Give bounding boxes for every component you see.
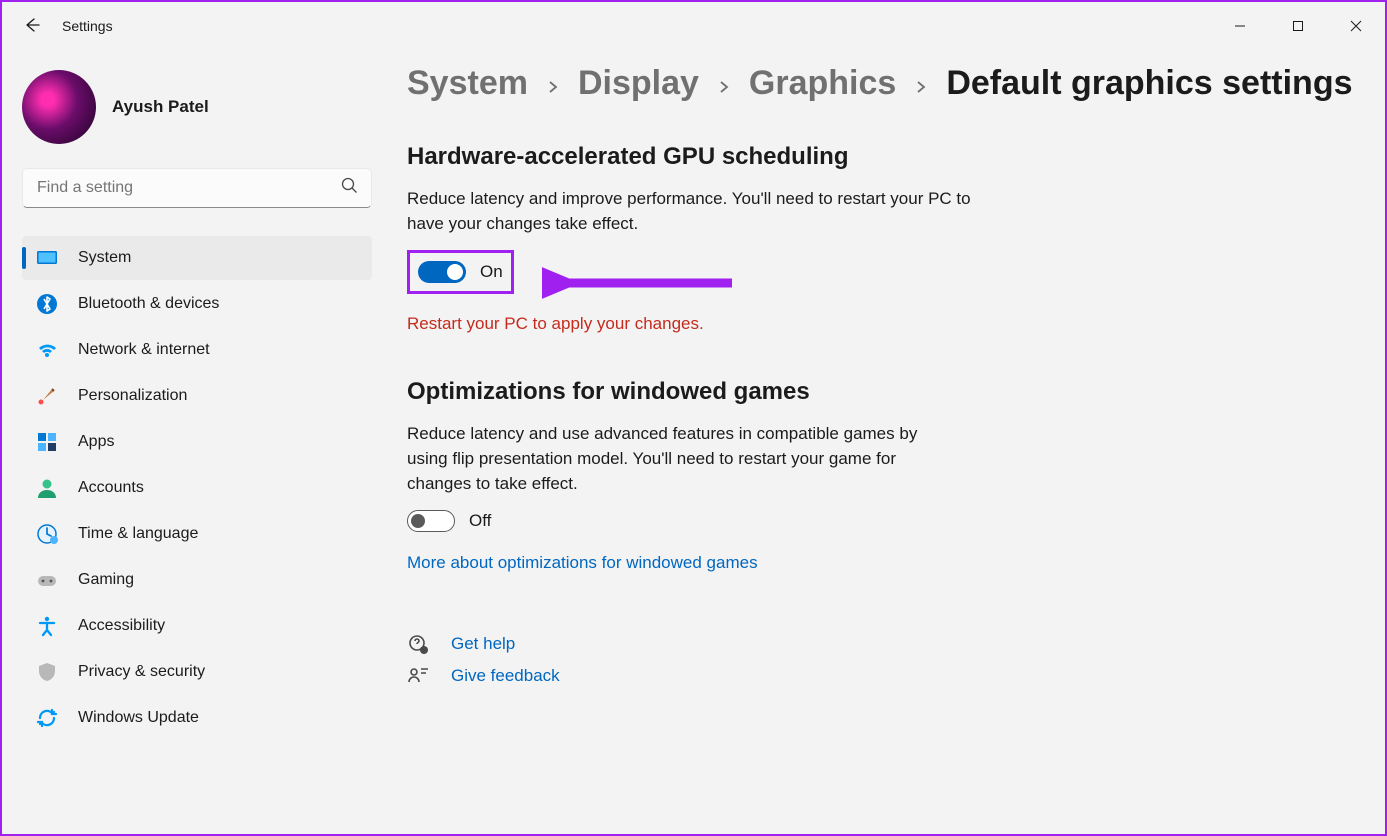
chevron-right-icon bbox=[717, 64, 731, 103]
accounts-icon bbox=[36, 477, 58, 499]
search-input[interactable] bbox=[22, 168, 372, 208]
title-bar-left: Settings bbox=[2, 17, 113, 36]
nav-label: Accessibility bbox=[78, 617, 165, 635]
search-icon bbox=[341, 177, 358, 199]
breadcrumb-current: Default graphics settings bbox=[946, 64, 1352, 103]
section-heading-gpu: Hardware-accelerated GPU scheduling bbox=[407, 143, 1365, 171]
nav-label: Gaming bbox=[78, 571, 134, 589]
sidebar: Ayush Patel System Bluetooth & devices N… bbox=[2, 50, 382, 834]
minimize-button[interactable] bbox=[1211, 6, 1269, 46]
clock-icon bbox=[36, 523, 58, 545]
breadcrumb-item[interactable]: Display bbox=[578, 64, 699, 103]
app-title: Settings bbox=[62, 18, 113, 34]
maximize-button[interactable] bbox=[1269, 6, 1327, 46]
breadcrumb-item[interactable]: Graphics bbox=[749, 64, 896, 103]
nav-label: Network & internet bbox=[78, 341, 210, 359]
nav-label: System bbox=[78, 249, 131, 267]
chevron-right-icon bbox=[914, 64, 928, 103]
paintbrush-icon bbox=[36, 385, 58, 407]
gpu-scheduling-toggle[interactable] bbox=[418, 261, 466, 283]
help-icon: ? bbox=[407, 633, 429, 655]
windowed-games-toggle[interactable] bbox=[407, 510, 455, 532]
feedback-row: Give feedback bbox=[407, 665, 1365, 687]
breadcrumb: System Display Graphics Default graphics… bbox=[407, 64, 1365, 103]
avatar bbox=[22, 70, 96, 144]
nav-item-update[interactable]: Windows Update bbox=[22, 696, 372, 740]
nav-item-accounts[interactable]: Accounts bbox=[22, 466, 372, 510]
nav-item-accessibility[interactable]: Accessibility bbox=[22, 604, 372, 648]
nav-label: Windows Update bbox=[78, 709, 199, 727]
nav-item-personalization[interactable]: Personalization bbox=[22, 374, 372, 418]
section-heading-windowed: Optimizations for windowed games bbox=[407, 378, 1365, 406]
more-windowed-link[interactable]: More about optimizations for windowed ga… bbox=[407, 553, 758, 573]
title-bar: Settings bbox=[2, 2, 1385, 50]
windowed-toggle-row: Off bbox=[407, 510, 491, 532]
nav-item-time[interactable]: Time & language bbox=[22, 512, 372, 556]
gpu-toggle-label: On bbox=[480, 262, 503, 282]
nav-list: System Bluetooth & devices Network & int… bbox=[22, 236, 374, 740]
breadcrumb-item[interactable]: System bbox=[407, 64, 528, 103]
back-button[interactable] bbox=[24, 17, 40, 36]
profile-name: Ayush Patel bbox=[112, 97, 209, 117]
shield-icon bbox=[36, 661, 58, 683]
close-button[interactable] bbox=[1327, 6, 1385, 46]
section-desc-gpu: Reduce latency and improve performance. … bbox=[407, 187, 987, 236]
search-wrapper bbox=[22, 168, 372, 208]
nav-label: Accounts bbox=[78, 479, 144, 497]
windowed-toggle-label: Off bbox=[469, 511, 491, 531]
nav-item-bluetooth[interactable]: Bluetooth & devices bbox=[22, 282, 372, 326]
nav-item-network[interactable]: Network & internet bbox=[22, 328, 372, 372]
profile[interactable]: Ayush Patel bbox=[22, 70, 374, 144]
window-controls bbox=[1211, 6, 1385, 46]
section-desc-windowed: Reduce latency and use advanced features… bbox=[407, 422, 937, 496]
main-panel: System Display Graphics Default graphics… bbox=[407, 64, 1385, 834]
restart-warning: Restart your PC to apply your changes. bbox=[407, 314, 1365, 334]
feedback-link[interactable]: Give feedback bbox=[451, 666, 560, 686]
bluetooth-icon bbox=[36, 293, 58, 315]
update-icon bbox=[36, 707, 58, 729]
nav-label: Time & language bbox=[78, 525, 198, 543]
nav-item-privacy[interactable]: Privacy & security bbox=[22, 650, 372, 694]
nav-label: Personalization bbox=[78, 387, 187, 405]
nav-item-system[interactable]: System bbox=[22, 236, 372, 280]
apps-icon bbox=[36, 431, 58, 453]
get-help-row: ? Get help bbox=[407, 633, 1365, 655]
nav-label: Bluetooth & devices bbox=[78, 295, 219, 313]
gaming-icon bbox=[36, 569, 58, 591]
nav-item-gaming[interactable]: Gaming bbox=[22, 558, 372, 602]
get-help-link[interactable]: Get help bbox=[451, 634, 515, 654]
wifi-icon bbox=[36, 339, 58, 361]
gpu-toggle-highlight: On bbox=[407, 250, 514, 294]
system-icon bbox=[36, 247, 58, 269]
nav-label: Apps bbox=[78, 433, 114, 451]
chevron-right-icon bbox=[546, 64, 560, 103]
nav-label: Privacy & security bbox=[78, 663, 205, 681]
nav-item-apps[interactable]: Apps bbox=[22, 420, 372, 464]
accessibility-icon bbox=[36, 615, 58, 637]
feedback-icon bbox=[407, 665, 429, 687]
